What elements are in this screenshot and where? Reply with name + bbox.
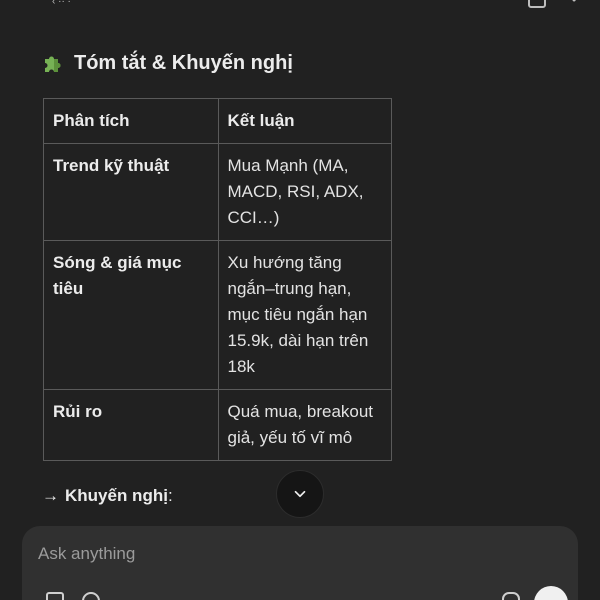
table-row: Trend kỹ thuật Mua Mạnh (MA, MACD, RSI, …	[43, 143, 392, 241]
arrow-right-icon: →	[42, 486, 59, 505]
table-row: Sóng & giá mục tiêu Xu hướng tăng ngắn–t…	[43, 240, 392, 390]
row-aspect: Sóng & giá mục tiêu	[43, 240, 219, 390]
heading-text: Tóm tắt & Khuyến nghị	[74, 51, 293, 74]
row-aspect: Rủi ro	[43, 389, 219, 461]
scroll-to-bottom-button[interactable]	[276, 470, 324, 518]
voice-mode-button[interactable]	[534, 586, 568, 600]
row-aspect: Trend kỹ thuật	[43, 143, 219, 241]
row-conclusion: Xu hướng tăng ngắn–trung hạn, mục tiêu n…	[217, 240, 392, 390]
back-icon[interactable]: ‹ ·· ·	[52, 0, 100, 7]
chevron-down-icon	[294, 490, 306, 498]
chat-page: ‹ ·· · •• Tóm tắt & Khuyến nghị Phân tíc…	[0, 0, 600, 600]
section-heading: Tóm tắt & Khuyến nghị	[42, 48, 293, 78]
attach-icon[interactable]	[46, 592, 64, 600]
microphone-icon[interactable]	[502, 592, 520, 600]
recommendation-colon: :	[167, 486, 173, 505]
recommendation-line: → Khuyến nghị:	[42, 486, 173, 506]
column-header-conclusion: Kết luận	[217, 98, 392, 144]
table-header-row: Phân tích Kết luận	[43, 98, 392, 144]
top-app-bar: ‹ ·· · ••	[0, 0, 600, 8]
column-header-analysis: Phân tích	[43, 98, 219, 144]
more-options-icon[interactable]: ••	[572, 0, 576, 6]
row-conclusion: Mua Mạnh (MA, MACD, RSI, ADX, CCI…)	[217, 143, 392, 241]
row-conclusion: Quá mua, breakout giả, yếu tố vĩ mô	[217, 389, 392, 461]
recommendation-label: Khuyến nghị	[65, 486, 168, 505]
table-row: Rủi ro Quá mua, breakout giả, yếu tố vĩ …	[43, 389, 392, 461]
tools-icon[interactable]	[82, 592, 100, 600]
message-input[interactable]	[36, 540, 560, 568]
summary-table: Phân tích Kết luận Trend kỹ thuật Mua Mạ…	[43, 98, 392, 461]
message-composer	[22, 526, 578, 600]
puzzle-icon	[45, 56, 61, 72]
new-chat-icon[interactable]	[528, 0, 546, 8]
